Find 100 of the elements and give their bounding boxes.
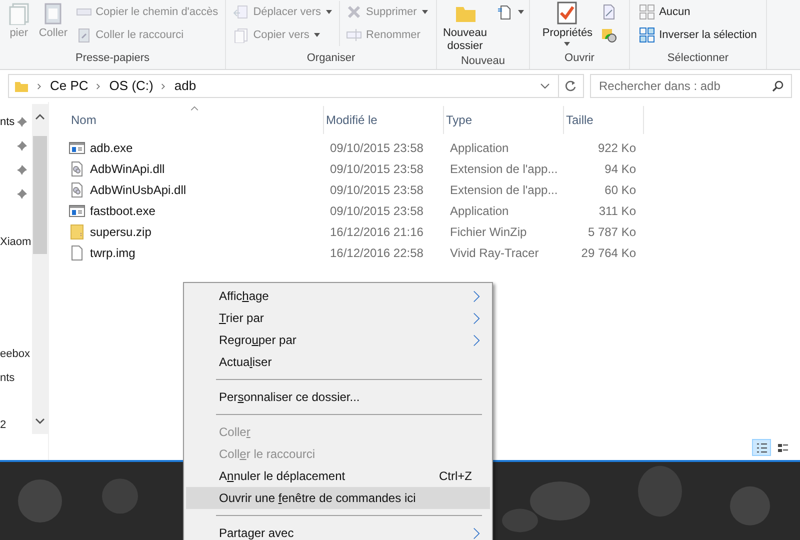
caret-icon — [313, 31, 322, 39]
table-cell-text: Application — [449, 202, 510, 220]
table-cell-text: Extension de l'app... — [449, 182, 559, 198]
clock-folder-icon — [600, 27, 617, 43]
menu-item[interactable]: Trier par — [186, 307, 490, 329]
table-cell-text: Fichier WinZip — [449, 224, 528, 240]
new-page-icon — [497, 4, 513, 20]
breadcrumb[interactable]: OS (C:) — [109, 76, 154, 96]
group-label: Sélectionner — [666, 50, 730, 66]
column-header[interactable]: Nom — [69, 106, 324, 134]
table-cell-text: 922 Ko — [596, 140, 637, 156]
file-name: adb.exe — [90, 140, 133, 156]
chevron-right-icon — [161, 82, 166, 90]
menu-item[interactable]: Affichage — [186, 285, 490, 307]
refresh-icon[interactable] — [565, 80, 577, 92]
chevron-right-icon — [37, 82, 42, 90]
window-icon — [69, 140, 85, 156]
cross-icon — [346, 4, 362, 20]
column-header[interactable]: Taille — [564, 106, 644, 134]
nav-item[interactable]: Xiaom — [0, 234, 32, 250]
chevron-down-icon[interactable] — [35, 416, 46, 426]
grid-squares-icon — [639, 27, 656, 43]
file-name: AdbWinUsbApi.dll — [90, 182, 186, 198]
file-row[interactable]: adb.exe 09/10/2015 23:58 Application 922 Ko — [69, 137, 800, 158]
pages-icon — [233, 27, 250, 43]
gear-file-icon — [69, 160, 85, 176]
chevron-right-icon — [473, 334, 480, 346]
tiles-view-icon — [776, 442, 788, 452]
menu-item[interactable]: Ouvrir une fenêtre de commandes ici — [186, 487, 490, 509]
search-field[interactable]: Rechercher dans : adb — [590, 74, 792, 98]
table-cell-text: 09/10/2015 23:58 — [329, 140, 424, 156]
chevron-right-icon — [473, 526, 480, 540]
chevron-right-icon — [473, 290, 480, 302]
ribbon-large-button[interactable]: Propriétés — [540, 1, 595, 48]
file-row[interactable]: supersu.zip 16/12/2016 21:16 Fichier WinZip 5 787 Ko — [69, 221, 800, 242]
file-name: AdbWinApi.dll — [90, 160, 165, 178]
scrollbar[interactable] — [32, 104, 48, 434]
chevron-right-icon — [96, 82, 102, 90]
file-row[interactable]: fastboot.exe 09/10/2015 23:58 Application 311 Ko — [69, 200, 800, 221]
table-cell-text: 94 Ko — [604, 160, 637, 178]
file-row[interactable]: twrp.img 16/12/2016 22:58 Vivid Ray-Tracer 29 764 Ko — [69, 242, 800, 263]
menu-item[interactable]: Annuler le déplacement Ctrl+Z — [186, 465, 490, 487]
blank-file-icon — [69, 244, 85, 260]
ribbon-button[interactable]: Inverser la sélection — [637, 24, 759, 46]
file-name: fastboot.exe — [90, 202, 156, 220]
table-cell-text: 09/10/2015 23:58 — [329, 160, 424, 178]
shortcut-label: Ctrl+Z — [439, 468, 472, 485]
group-label: Organiser — [306, 50, 356, 66]
menu-item[interactable]: Partager avec — [186, 522, 490, 540]
nav-item[interactable]: eebox — [0, 346, 30, 362]
caret-icon — [325, 8, 334, 16]
chevron-right-icon — [473, 312, 480, 324]
group-label: Presse-papiers — [74, 50, 150, 66]
chevron-down-icon[interactable] — [540, 81, 550, 91]
text-field-icon — [346, 27, 362, 43]
breadcrumb[interactable]: adb — [174, 76, 196, 96]
table-cell-text: Application — [449, 140, 510, 156]
table-cell-text: 5 787 Ko — [586, 224, 637, 240]
breadcrumb[interactable]: Ce PC — [50, 76, 88, 96]
nav-item[interactable]: nts — [0, 114, 15, 130]
table-cell-text: 60 Ko — [604, 182, 637, 198]
table-cell-text: 16/12/2016 22:58 — [329, 244, 424, 262]
table-cell-text: 311 Ko — [598, 202, 637, 220]
file-name: supersu.zip — [90, 224, 152, 240]
table-cell-text: 29 764 Ko — [580, 244, 637, 262]
nav-item[interactable]: nts — [0, 370, 15, 386]
column-header[interactable]: Type — [444, 106, 564, 134]
caret-icon — [563, 40, 572, 48]
gear-file-icon — [69, 182, 85, 198]
window-icon — [69, 202, 85, 218]
scrollbar-thumb[interactable] — [33, 136, 48, 254]
file-row[interactable]: AdbWinApi.dll 09/10/2015 23:58 Extension de l'app... 94 Ko — [69, 158, 800, 179]
group-label: Ouvrir — [564, 50, 596, 66]
clipboard-icon — [76, 27, 92, 43]
zip-folder-icon — [69, 224, 85, 240]
ribbon-large-button[interactable]: Nouveau dossier — [439, 1, 491, 53]
caret-icon — [420, 8, 429, 16]
table-cell-text: 16/12/2016 21:16 — [329, 224, 424, 240]
menu-item[interactable]: Regrouper par — [186, 329, 490, 351]
list-view-icon — [756, 442, 768, 452]
group-label: Nouveau — [460, 54, 506, 69]
menu-item[interactable]: Personnaliser ce dossier... — [186, 386, 490, 408]
table-cell-text: 09/10/2015 23:58 — [329, 182, 424, 198]
grid-squares-icon — [639, 4, 656, 20]
search-icon — [772, 80, 784, 92]
table-cell-text: Vivid Ray-Tracer — [449, 244, 540, 262]
table-cell-text: Extension de l'app... — [449, 160, 559, 178]
column-header[interactable]: Modifié le — [324, 106, 444, 134]
arrow-page-icon — [233, 4, 250, 20]
file-row[interactable]: AdbWinUsbApi.dll 09/10/2015 23:58 Extension de l'app... 60 Ko — [69, 179, 800, 200]
pencil-page-icon — [600, 4, 617, 20]
ribbon-button[interactable]: Aucun — [637, 1, 759, 23]
address-bar[interactable]: Ce PC OS (C:) adb — [8, 74, 584, 98]
details-view-button[interactable] — [752, 439, 771, 456]
pages-icon — [6, 1, 31, 25]
chevron-up-icon[interactable] — [35, 112, 46, 122]
caret-icon — [517, 8, 525, 16]
nav-item[interactable]: 2 — [0, 416, 6, 434]
menu-item[interactable]: Actualiser — [186, 351, 490, 373]
table-cell-text: 09/10/2015 23:58 — [329, 202, 424, 220]
